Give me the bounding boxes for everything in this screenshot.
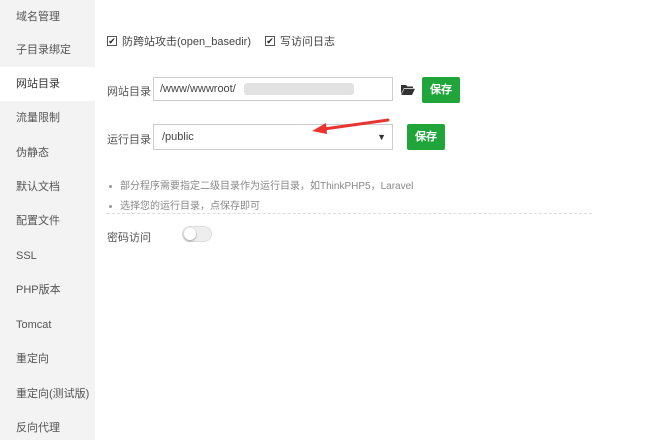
sidebar-item-reverse-proxy[interactable]: 反向代理 [0, 411, 95, 440]
access-log-label: 写访问日志 [280, 36, 335, 48]
site-dir-label: 网站目录 [107, 86, 151, 98]
anti-xss-label: 防跨站攻击(open_basedir) [122, 36, 251, 48]
sidebar-item-rewrite[interactable]: 伪静态 [0, 136, 95, 170]
annotation-arrow [312, 118, 390, 134]
tip-line: 选择您的运行目录，点保存即可 [109, 197, 260, 212]
sidebar-item-default-doc[interactable]: 默认文档 [0, 170, 95, 204]
sidebar-item-config-file[interactable]: 配置文件 [0, 204, 95, 238]
tip-text-1: 部分程序需要指定二级目录作为运行目录，如ThinkPHP5，Laravel [120, 181, 414, 192]
run-dir-label: 运行目录 [107, 134, 151, 146]
divider [107, 213, 592, 214]
anti-xss-checkbox[interactable]: ✔ [107, 36, 117, 46]
sidebar-item-tomcat[interactable]: Tomcat [0, 308, 95, 342]
site-dir-save-button[interactable]: 保存 [422, 77, 460, 103]
folder-open-icon[interactable] [401, 84, 415, 95]
password-access-label: 密码访问 [107, 232, 151, 244]
site-dir-value: /www/wwwroot/ [160, 83, 236, 95]
tip-text-2: 选择您的运行目录，点保存即可 [120, 201, 260, 212]
sidebar-item-redirect[interactable]: 重定向 [0, 342, 95, 376]
sidebar-item-ssl[interactable]: SSL [0, 239, 95, 273]
toggle-knob [184, 228, 196, 240]
bullet-icon [109, 204, 112, 208]
redacted-path [244, 83, 354, 95]
sidebar-item-subdir-bind[interactable]: 子目录绑定 [0, 33, 95, 67]
sidebar-item-domain[interactable]: 域名管理 [0, 0, 95, 34]
main-panel: ✔ 防跨站攻击(open_basedir) ✔ 写访问日志 网站目录 /www/… [95, 0, 648, 440]
run-dir-save-button[interactable]: 保存 [407, 124, 445, 150]
sidebar-item-redirect-beta[interactable]: 重定向(测试版) [0, 377, 95, 411]
bullet-icon [109, 184, 112, 188]
options-row: ✔ 防跨站攻击(open_basedir) ✔ 写访问日志 [107, 33, 349, 49]
site-settings-window: 域名管理 子目录绑定 网站目录 流量限制 伪静态 默认文档 配置文件 SSL P… [0, 0, 648, 440]
tip-line: 部分程序需要指定二级目录作为运行目录，如ThinkPHP5，Laravel [109, 177, 413, 192]
sidebar-item-traffic-limit[interactable]: 流量限制 [0, 101, 95, 135]
password-access-toggle[interactable] [182, 226, 212, 242]
sidebar-item-site-dir[interactable]: 网站目录 [0, 67, 95, 101]
sidebar: 域名管理 子目录绑定 网站目录 流量限制 伪静态 默认文档 配置文件 SSL P… [0, 0, 95, 440]
access-log-checkbox[interactable]: ✔ [265, 36, 275, 46]
run-dir-selected: /public [162, 131, 194, 143]
sidebar-item-php-version[interactable]: PHP版本 [0, 273, 95, 307]
site-dir-input[interactable]: /www/wwwroot/ [153, 77, 393, 101]
